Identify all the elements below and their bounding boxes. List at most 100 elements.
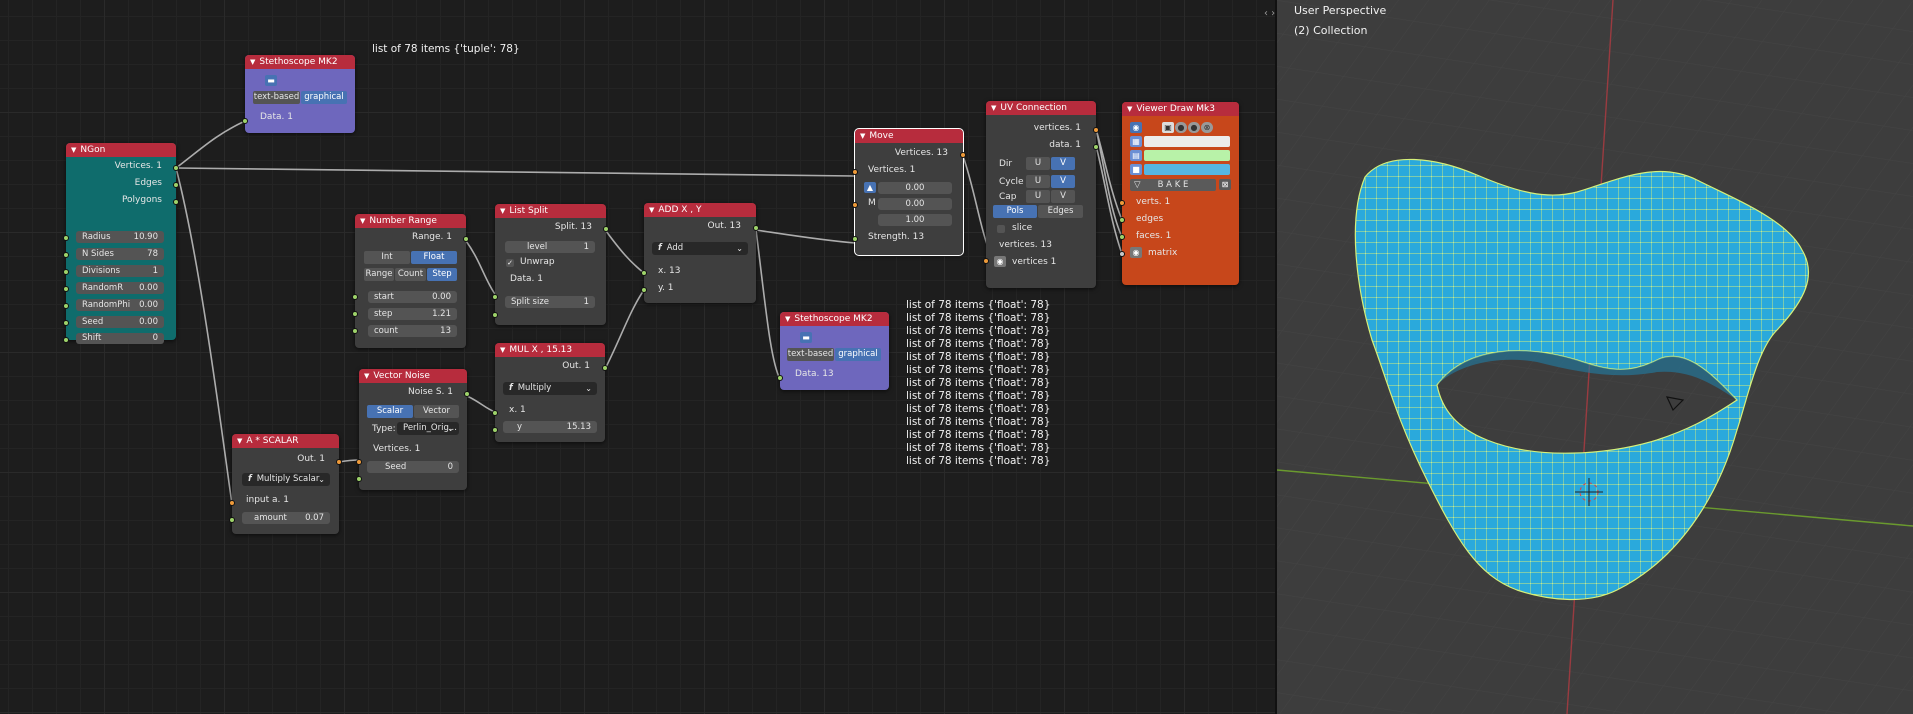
collapse-icon[interactable]: ▼ — [1127, 102, 1132, 116]
bake-button[interactable]: ▽ B A K E — [1130, 179, 1216, 191]
node-header[interactable]: ▼ Move — [855, 129, 963, 143]
start-field[interactable]: start 0.00 — [368, 291, 457, 303]
range-button[interactable]: Range — [364, 268, 394, 281]
socket-input[interactable] — [492, 427, 498, 433]
randomr-field[interactable]: RandomR 0.00 — [76, 282, 164, 294]
unwrap-checkbox[interactable]: ✓ — [506, 259, 514, 267]
nsides-field[interactable]: N Sides 78 — [76, 248, 164, 260]
y-field[interactable]: y 15.13 — [503, 421, 597, 433]
operation-dropdown[interactable]: f Multiply ⌄ — [503, 382, 597, 395]
socket-input[interactable] — [229, 517, 235, 523]
mul-node[interactable]: ▼ MUL X , 15.13 Out. 1 f Multiply ⌄ x. 1 y 1… — [492, 343, 608, 442]
node-header[interactable]: ▼ ADD X , Y — [644, 203, 756, 217]
socket-input[interactable] — [852, 236, 858, 242]
radius-field[interactable]: Radius 10.90 — [76, 231, 164, 243]
node-editor[interactable]: list of 78 items {'tuple': 78} list of 7… — [0, 0, 1275, 714]
node-header[interactable]: ▼ Number Range — [355, 214, 466, 228]
viewer-draw-node[interactable]: ▼ Viewer Draw Mk3 ◉ ▣ ● ● ⊗ ▦ ▤ ■ ▽ B A K … — [1119, 102, 1239, 285]
edge-color-swatch[interactable] — [1144, 150, 1230, 161]
socket-input[interactable] — [352, 328, 358, 334]
node-header[interactable]: ▼ UV Connection — [986, 101, 1096, 115]
socket-input[interactable] — [352, 311, 358, 317]
node-header[interactable]: ▼ Vector Noise — [359, 369, 467, 383]
vector-noise-node[interactable]: ▼ Vector Noise Noise S. 1 Scalar Vector T… — [356, 369, 470, 490]
socket-input[interactable] — [492, 410, 498, 416]
collapse-icon[interactable]: ▼ — [71, 143, 76, 157]
monitor-icon[interactable]: ▬ — [800, 332, 812, 343]
collapse-icon[interactable]: ▼ — [785, 312, 790, 326]
dir-v-button[interactable]: V — [1051, 157, 1075, 170]
add-xy-node[interactable]: ▼ ADD X , Y Out. 13 f Add ⌄ x. 13 y. 1 — [641, 203, 759, 303]
vector-button[interactable]: Vector — [414, 405, 459, 418]
socket-output[interactable] — [603, 226, 609, 232]
text-based-button[interactable]: text-based — [253, 91, 300, 104]
socket-input[interactable] — [229, 500, 235, 506]
randomphi-field[interactable]: RandomPhi 0.00 — [76, 299, 164, 311]
vertex-display-icon[interactable]: ▦ — [1130, 136, 1142, 147]
collapse-icon[interactable]: ▼ — [500, 204, 505, 218]
seed-field[interactable]: Seed 0 — [367, 461, 459, 473]
stethoscope-node-2[interactable]: ▼ Stethoscope MK2 ▬ text-based graphical … — [777, 312, 889, 390]
split-size-field[interactable]: Split size 1 — [505, 296, 595, 308]
collapse-icon[interactable]: ▼ — [250, 55, 255, 69]
shading-flat-icon[interactable]: ● — [1188, 122, 1200, 133]
collapse-icon[interactable]: ▼ — [991, 101, 996, 115]
count-field[interactable]: count 13 — [368, 325, 457, 337]
graphical-button[interactable]: graphical — [301, 91, 347, 104]
shift-field[interactable]: Shift 0 — [76, 333, 164, 344]
socket-input[interactable] — [352, 294, 358, 300]
operation-dropdown[interactable]: f Multiply Scalar ⌄ — [242, 473, 330, 486]
collapse-icon[interactable]: ▼ — [500, 343, 505, 357]
seed-field[interactable]: Seed 0.00 — [76, 316, 164, 328]
socket-output[interactable] — [173, 199, 179, 205]
int-button[interactable]: Int — [364, 251, 410, 264]
socket-input[interactable] — [641, 270, 647, 276]
socket-output[interactable] — [1093, 127, 1099, 133]
socket-output[interactable] — [173, 182, 179, 188]
vector-x-field[interactable]: 0.00 — [878, 182, 952, 194]
edges-button[interactable]: Edges — [1038, 205, 1083, 218]
socket-output[interactable] — [336, 459, 342, 465]
node-header[interactable]: ▼ Stethoscope MK2 — [780, 312, 889, 326]
scalar-button[interactable]: Scalar — [367, 405, 413, 418]
cube-icon[interactable]: ▣ — [1162, 122, 1174, 133]
graphical-button[interactable]: graphical — [835, 348, 881, 361]
socket-input[interactable] — [63, 320, 69, 326]
socket-input[interactable] — [492, 294, 498, 300]
node-header[interactable]: ▼ A * SCALAR — [232, 434, 339, 448]
socket-output[interactable] — [463, 236, 469, 242]
dir-u-button[interactable]: U — [1026, 157, 1050, 170]
node-header[interactable]: ▼ MUL X , 15.13 — [495, 343, 605, 357]
socket-input[interactable] — [852, 169, 858, 175]
socket-input[interactable] — [1119, 200, 1125, 206]
vector-up-icon[interactable]: ▲ — [864, 182, 876, 193]
operation-dropdown[interactable]: f Add ⌄ — [652, 242, 748, 255]
socket-output[interactable] — [753, 225, 759, 231]
pols-button[interactable]: Pols — [993, 205, 1037, 218]
socket-input[interactable] — [63, 269, 69, 275]
uv-connection-node[interactable]: ▼ UV Connection vertices. 1 data. 1 Dir U… — [983, 101, 1099, 288]
cap-u-button[interactable]: U — [1026, 190, 1050, 203]
move-node[interactable]: ▼ Move Vertices. 13 Vertices. 1 ▲ 0.00 M … — [852, 128, 966, 256]
socket-input[interactable] — [63, 286, 69, 292]
cycle-u-button[interactable]: U — [1026, 175, 1050, 188]
socket-input[interactable] — [777, 375, 783, 381]
list-split-node[interactable]: ▼ List Split Split. 13 level 1 ✓ Unwrap Da… — [492, 204, 609, 325]
cap-v-button[interactable]: V — [1051, 190, 1075, 203]
ngon-node[interactable]: ▼ NGon Vertices. 1 Edges Polygons Radius 1… — [63, 143, 179, 344]
shading-wire-icon[interactable]: ⊗ — [1201, 122, 1213, 133]
socket-output[interactable] — [602, 365, 608, 371]
socket-input[interactable] — [1119, 251, 1125, 257]
socket-input[interactable] — [63, 337, 69, 343]
divisions-field[interactable]: Divisions 1 — [76, 265, 164, 277]
collapse-icon[interactable]: ▼ — [364, 369, 369, 383]
cycle-v-button[interactable]: V — [1051, 175, 1075, 188]
3d-viewport[interactable]: User Perspective (2) Collection — [1277, 0, 1913, 714]
edge-display-icon[interactable]: ▤ — [1130, 150, 1142, 161]
socket-output[interactable] — [960, 152, 966, 158]
noise-type-dropdown[interactable]: Perlin_Orig... ⌄ — [397, 422, 459, 435]
node-header[interactable]: ▼ Stethoscope MK2 — [245, 55, 355, 69]
stethoscope-node[interactable]: ▼ Stethoscope MK2 ▬ text-based graphical … — [242, 55, 355, 133]
count-button[interactable]: Count — [395, 268, 426, 281]
monitor-icon[interactable]: ▬ — [265, 75, 277, 86]
